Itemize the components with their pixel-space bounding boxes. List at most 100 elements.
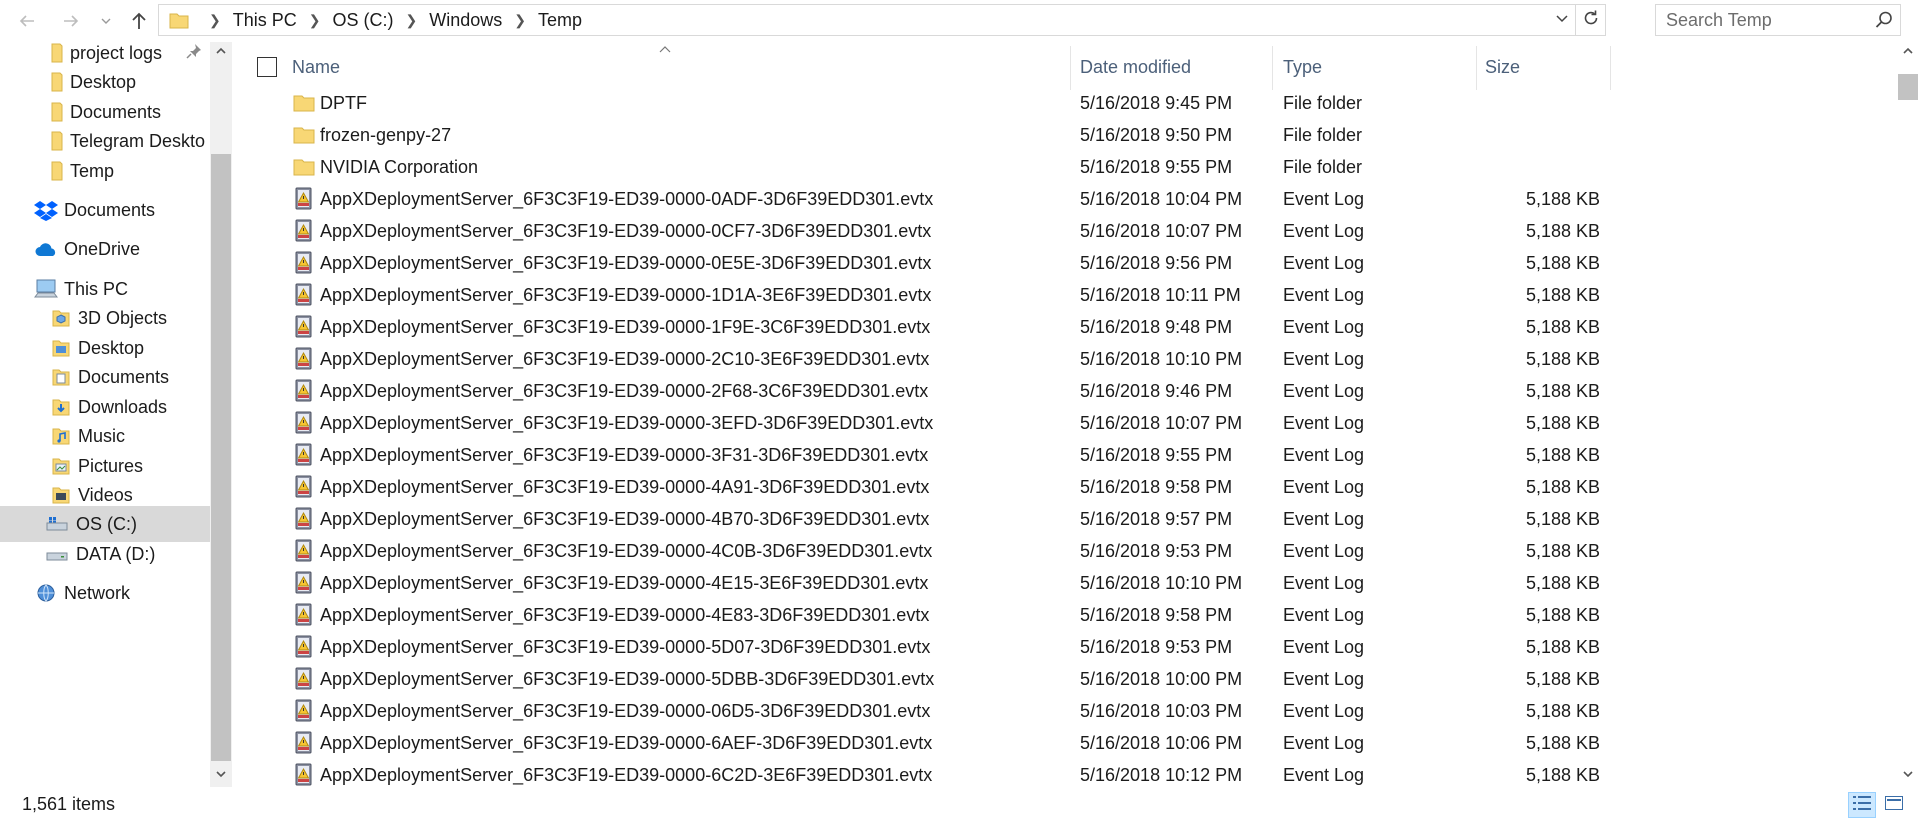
nav-item-label: Pictures <box>78 455 144 476</box>
breadcrumb: ❯ This PC ❯ OS (C:) ❯ Windows ❯ Temp <box>169 5 582 35</box>
file-size: 5,188 KB <box>1525 380 1600 401</box>
refresh-button[interactable] <box>1575 5 1605 35</box>
file-date-modified: 5/16/2018 10:11 PM <box>1080 284 1241 305</box>
back-button[interactable] <box>12 6 42 36</box>
nav-item-onedrive[interactable]: OneDrive <box>0 231 210 267</box>
chevron-right-icon[interactable]: ❯ <box>514 12 526 29</box>
address-dropdown-button[interactable] <box>1549 5 1575 35</box>
folder-icon <box>50 71 64 93</box>
column-name[interactable]: Name <box>292 42 340 92</box>
nav-item-temp[interactable]: Temp <box>0 153 210 189</box>
chevron-right-icon[interactable]: ❯ <box>309 12 321 29</box>
file-row[interactable]: AppXDeploymentServer_6F3C3F19-ED39-0000-… <box>240 503 1896 535</box>
file-size: 5,188 KB <box>1525 636 1600 657</box>
forward-button[interactable] <box>56 6 86 36</box>
file-row[interactable]: AppXDeploymentServer_6F3C3F19-ED39-0000-… <box>240 471 1896 503</box>
file-row[interactable]: AppXDeploymentServer_6F3C3F19-ED39-0000-… <box>240 215 1896 247</box>
up-button[interactable] <box>124 6 154 36</box>
file-name: AppXDeploymentServer_6F3C3F19-ED39-0000-… <box>320 572 929 593</box>
column-divider[interactable] <box>1272 46 1273 90</box>
desktop-folder-icon <box>50 337 72 359</box>
breadcrumb-windows[interactable]: Windows <box>429 10 502 31</box>
address-bar[interactable]: ❯ This PC ❯ OS (C:) ❯ Windows ❯ Temp <box>158 4 1606 36</box>
large-icons-view-button[interactable] <box>1880 792 1908 818</box>
file-date-modified: 5/16/2018 9:53 PM <box>1080 636 1233 657</box>
file-row[interactable]: AppXDeploymentServer_6F3C3F19-ED39-0000-… <box>240 407 1896 439</box>
file-row[interactable]: AppXDeploymentServer_6F3C3F19-ED39-0000-… <box>240 727 1896 759</box>
search-icon[interactable] <box>1874 10 1894 35</box>
file-row[interactable]: AppXDeploymentServer_6F3C3F19-ED39-0000-… <box>240 759 1896 787</box>
file-row[interactable]: AppXDeploymentServer_6F3C3F19-ED39-0000-… <box>240 535 1896 567</box>
column-size[interactable]: Size <box>1485 42 1520 92</box>
3d-objects-icon <box>50 307 72 329</box>
column-divider[interactable] <box>1610 46 1611 90</box>
folder-row[interactable]: NVIDIA Corporation 5/16/2018 9:55 PM File … <box>240 151 1896 183</box>
file-size: 5,188 KB <box>1525 540 1600 561</box>
event-log-file-icon <box>292 571 316 595</box>
scrollbar-thumb[interactable] <box>211 154 231 761</box>
nav-item-label: Documents <box>64 199 156 220</box>
column-divider[interactable] <box>1070 46 1071 90</box>
file-name: AppXDeploymentServer_6F3C3F19-ED39-0000-… <box>320 252 932 273</box>
arrow-right-icon <box>62 12 80 30</box>
nav-item-network[interactable]: Network <box>0 575 210 611</box>
file-size: 5,188 KB <box>1525 188 1600 209</box>
recent-locations-button[interactable] <box>96 6 116 36</box>
file-type: Event Log <box>1283 444 1365 465</box>
file-row[interactable]: AppXDeploymentServer_6F3C3F19-ED39-0000-… <box>240 311 1896 343</box>
scroll-down-button[interactable] <box>210 765 232 787</box>
file-list-scrollbar[interactable] <box>1896 42 1920 787</box>
file-row[interactable]: AppXDeploymentServer_6F3C3F19-ED39-0000-… <box>240 695 1896 727</box>
search-input[interactable] <box>1656 5 1866 35</box>
file-row[interactable]: AppXDeploymentServer_6F3C3F19-ED39-0000-… <box>240 343 1896 375</box>
file-row[interactable]: AppXDeploymentServer_6F3C3F19-ED39-0000-… <box>240 599 1896 631</box>
file-name: AppXDeploymentServer_6F3C3F19-ED39-0000-… <box>320 220 932 241</box>
pin-icon[interactable] <box>186 43 202 64</box>
chevron-right-icon[interactable]: ❯ <box>405 12 417 29</box>
file-row[interactable]: AppXDeploymentServer_6F3C3F19-ED39-0000-… <box>240 631 1896 663</box>
file-date-modified: 5/16/2018 9:56 PM <box>1080 252 1233 273</box>
nav-item-label: Desktop <box>78 337 145 358</box>
file-name: AppXDeploymentServer_6F3C3F19-ED39-0000-… <box>320 444 929 465</box>
event-log-file-icon <box>292 251 316 275</box>
navigation-scrollbar[interactable] <box>210 42 232 787</box>
column-date-modified[interactable]: Date modified <box>1080 42 1191 92</box>
nav-item-label: Desktop <box>70 71 137 92</box>
nav-item-label: Documents <box>70 101 162 122</box>
file-row[interactable]: AppXDeploymentServer_6F3C3F19-ED39-0000-… <box>240 567 1896 599</box>
nav-item-documents[interactable]: Documents <box>0 192 210 228</box>
event-log-file-icon <box>292 443 316 467</box>
select-all-checkbox[interactable] <box>257 57 277 77</box>
scroll-up-button[interactable] <box>1896 42 1920 64</box>
event-log-file-icon <box>292 731 316 755</box>
file-row[interactable]: AppXDeploymentServer_6F3C3F19-ED39-0000-… <box>240 439 1896 471</box>
file-row[interactable]: AppXDeploymentServer_6F3C3F19-ED39-0000-… <box>240 247 1896 279</box>
file-date-modified: 5/16/2018 10:07 PM <box>1080 220 1243 241</box>
details-view-button[interactable] <box>1848 792 1876 818</box>
file-row[interactable]: AppXDeploymentServer_6F3C3F19-ED39-0000-… <box>240 375 1896 407</box>
file-type: Event Log <box>1283 284 1365 305</box>
search-box[interactable] <box>1655 4 1901 36</box>
file-row[interactable]: AppXDeploymentServer_6F3C3F19-ED39-0000-… <box>240 183 1896 215</box>
file-date-modified: 5/16/2018 9:55 PM <box>1080 156 1233 177</box>
scroll-up-button[interactable] <box>210 42 232 64</box>
large-icons-view-icon <box>1884 794 1904 817</box>
scrollbar-thumb[interactable] <box>1898 74 1918 100</box>
chevron-down-icon <box>215 767 227 785</box>
scroll-down-button[interactable] <box>1896 765 1920 787</box>
nav-item-data-d[interactable]: DATA (D:) <box>0 536 210 572</box>
breadcrumb-this-pc[interactable]: This PC <box>233 10 297 31</box>
file-type: Event Log <box>1283 380 1365 401</box>
folder-icon <box>292 123 316 147</box>
breadcrumb-os-c[interactable]: OS (C:) <box>332 10 393 31</box>
file-name: AppXDeploymentServer_6F3C3F19-ED39-0000-… <box>320 700 931 721</box>
file-row[interactable]: AppXDeploymentServer_6F3C3F19-ED39-0000-… <box>240 279 1896 311</box>
column-divider[interactable] <box>1476 46 1477 90</box>
file-type: Event Log <box>1283 348 1365 369</box>
column-type[interactable]: Type <box>1283 42 1322 92</box>
folder-row[interactable]: frozen-genpy-27 5/16/2018 9:50 PM File fol… <box>240 119 1896 151</box>
file-row[interactable]: AppXDeploymentServer_6F3C3F19-ED39-0000-… <box>240 663 1896 695</box>
navigation-pane: project logs Desktop Documents Telegram Des… <box>0 42 232 787</box>
folder-icon <box>50 42 64 64</box>
breadcrumb-temp[interactable]: Temp <box>538 10 582 31</box>
